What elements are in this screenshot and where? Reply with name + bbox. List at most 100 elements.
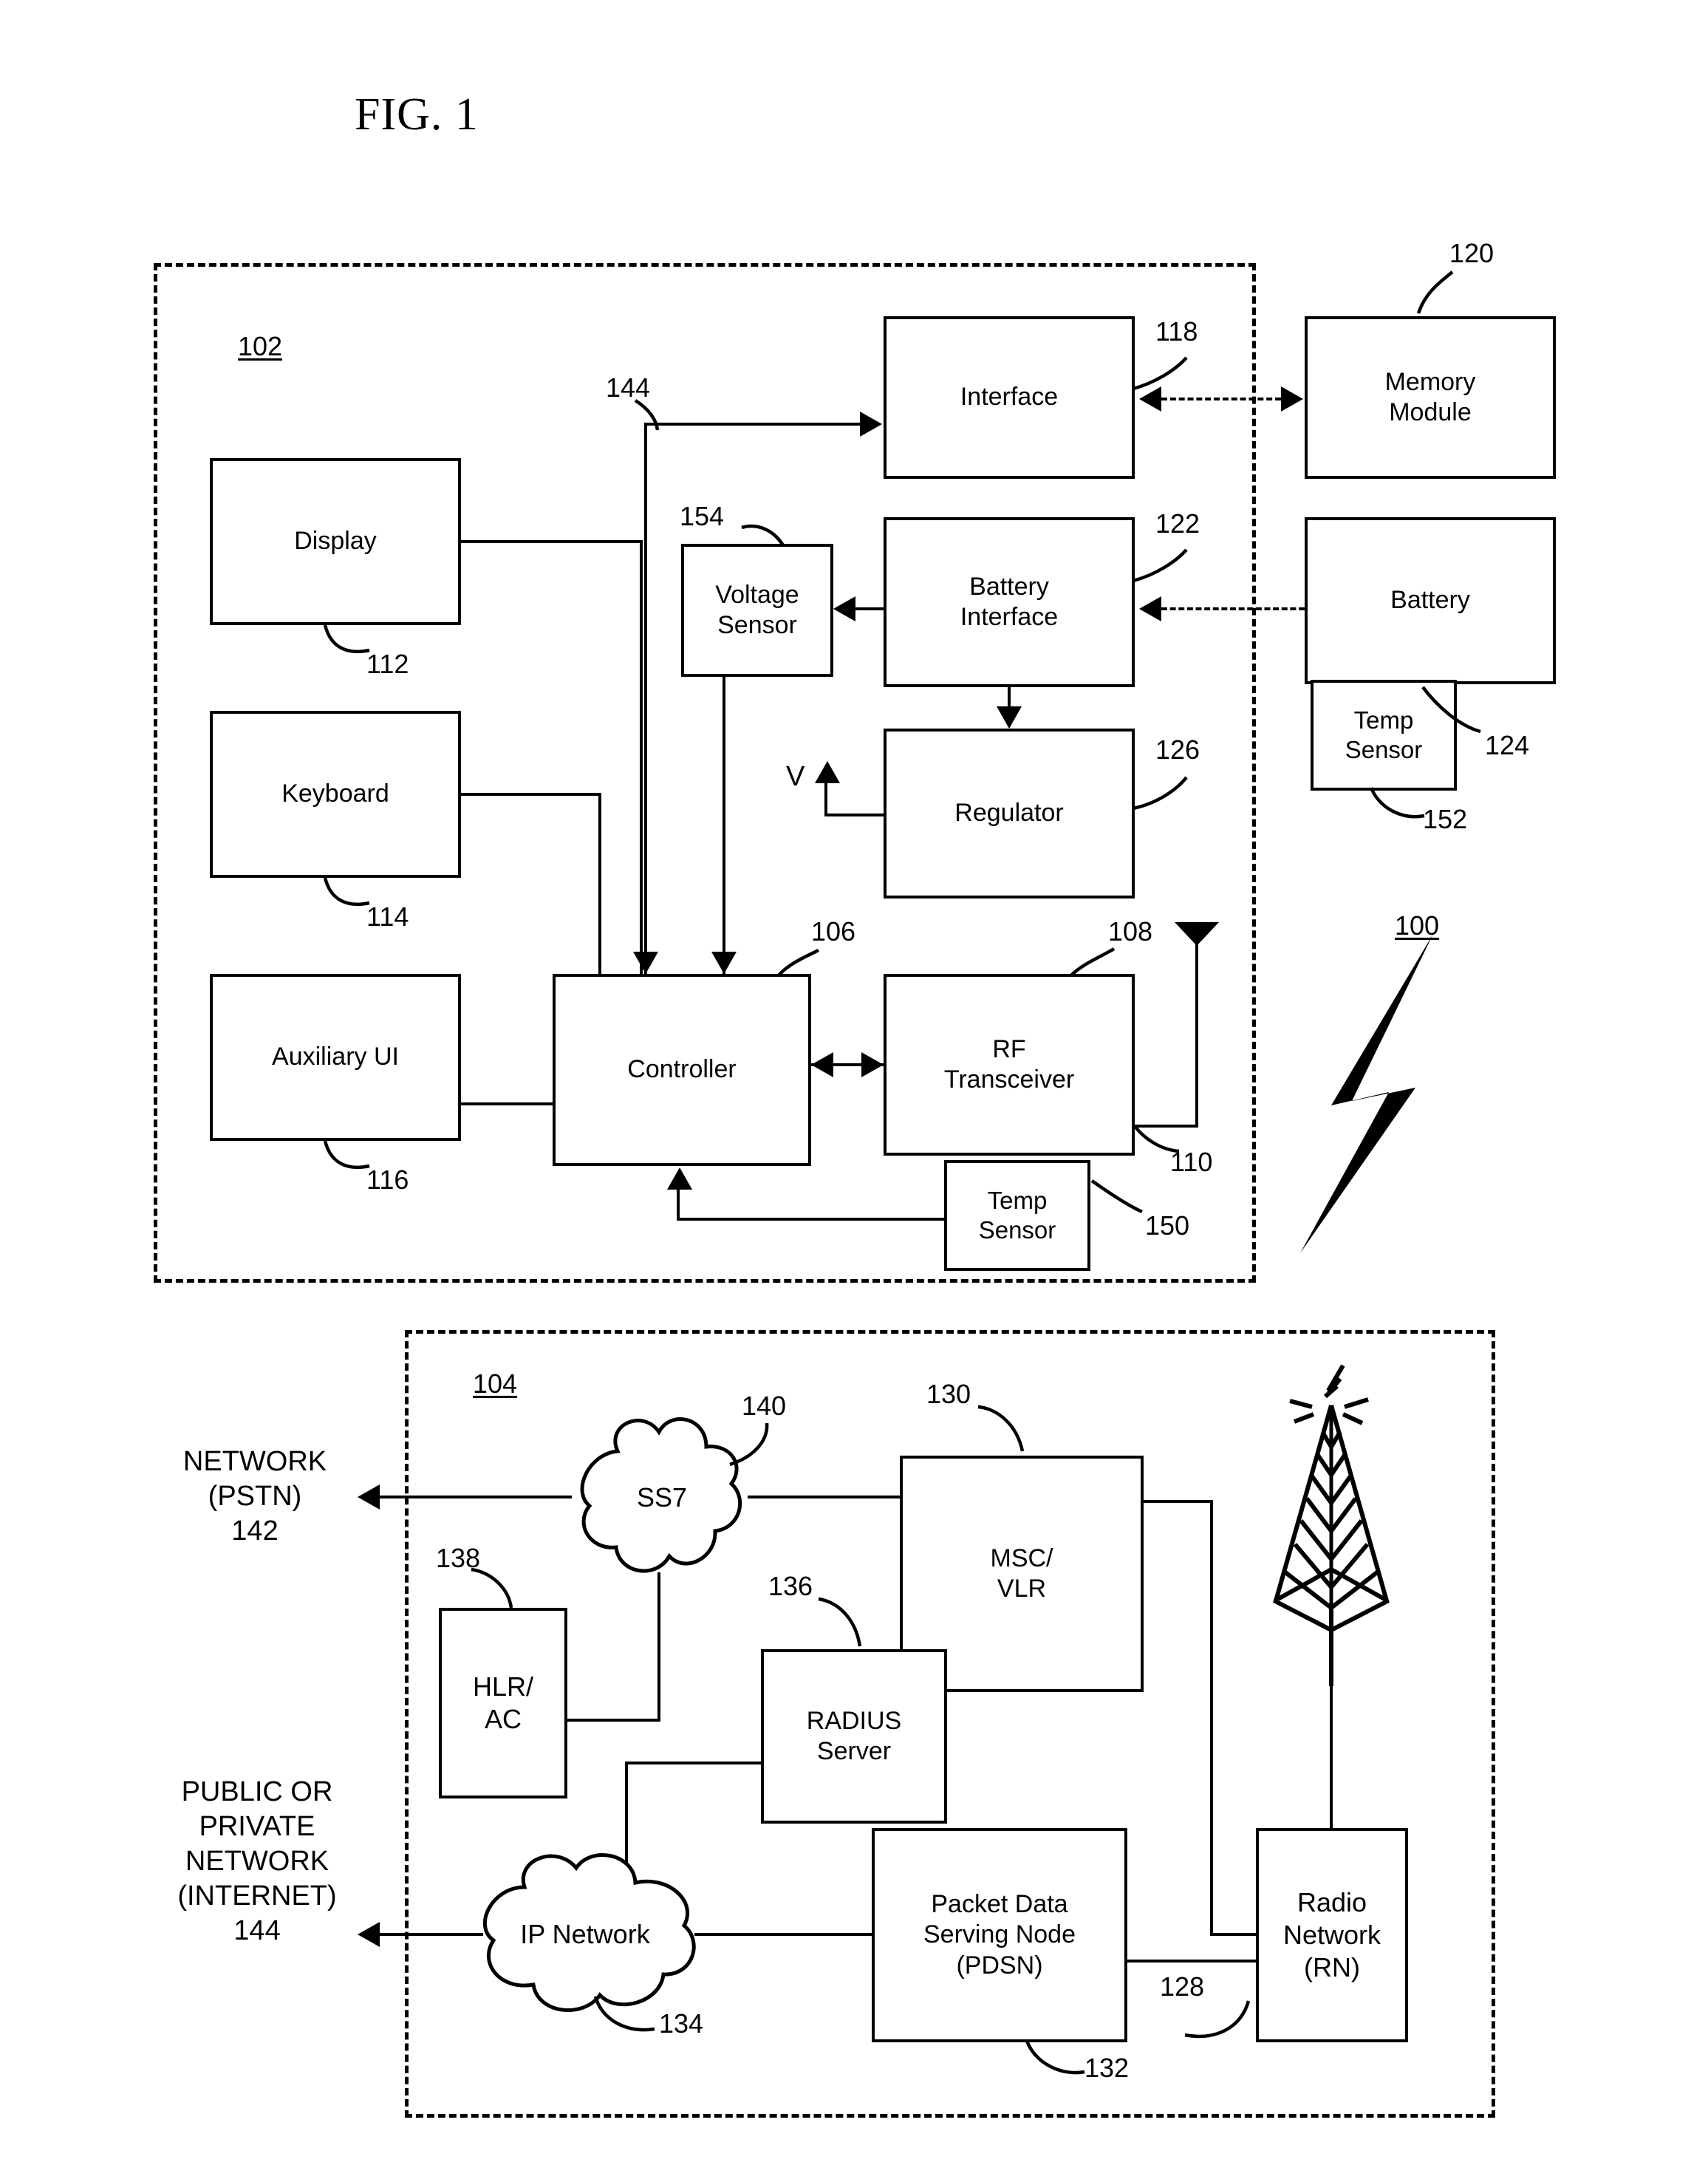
antenna-icon	[1175, 922, 1219, 946]
arrowhead-voltage-into-controller	[711, 952, 737, 974]
arrowhead-into-interface	[860, 412, 882, 437]
ref-152: 152	[1423, 804, 1468, 834]
ref-134: 134	[659, 2008, 704, 2039]
block-hlr-ac-label: HLR/ AC	[472, 1671, 534, 1734]
block-interface[interactable]: Interface	[884, 316, 1135, 479]
wire-battery-iface-to-voltage	[855, 607, 885, 610]
ref-136: 136	[768, 1571, 813, 1601]
block-radio-network[interactable]: Radio Network (RN)	[1256, 1828, 1408, 2042]
wire-msc-to-rn	[1210, 1933, 1259, 1936]
wire-battery-to-interface	[1161, 607, 1305, 610]
block-rf-transceiver[interactable]: RF Transceiver	[884, 974, 1135, 1156]
block-pdsn-label: Packet Data Serving Node (PDSN)	[923, 1889, 1076, 1979]
leader-154	[741, 524, 785, 547]
block-voltage-sensor[interactable]: Voltage Sensor	[681, 544, 833, 677]
leader-138	[471, 1567, 513, 1609]
block-memory-module-label: Memory Module	[1384, 367, 1476, 426]
ref-138: 138	[436, 1543, 481, 1573]
block-controller[interactable]: Controller	[553, 974, 811, 1166]
wire-temp-to-controller	[677, 1218, 944, 1221]
voltage-symbol: V	[786, 761, 805, 792]
wire-display-down	[640, 540, 643, 1017]
leader-128	[1184, 2000, 1251, 2039]
ref-108: 108	[1108, 916, 1153, 947]
block-battery-label: Battery	[1390, 586, 1470, 615]
ref-118: 118	[1155, 316, 1198, 347]
arrowhead-v-output	[815, 761, 840, 783]
leader-130	[977, 1405, 1025, 1452]
ref-104: 104	[473, 1368, 518, 1399]
block-hlr-ac[interactable]: HLR/ AC	[439, 1608, 567, 1798]
ref-144: 144	[606, 372, 651, 403]
wire-ss7-to-pstn	[380, 1496, 572, 1498]
block-battery-interface[interactable]: Battery Interface	[884, 517, 1135, 687]
ref-122: 122	[1155, 508, 1200, 539]
ref-100: 100	[1395, 910, 1440, 941]
leader-122	[1133, 548, 1188, 583]
wire-ip-to-pdsn	[694, 1933, 875, 1936]
ref-154: 154	[680, 501, 725, 531]
block-temp-sensor-device-label: Temp Sensor	[978, 1186, 1056, 1244]
wire-ss7-msc	[748, 1496, 901, 1498]
arrowhead-into-voltage-sensor	[833, 596, 855, 621]
ref-110: 110	[1170, 1147, 1213, 1177]
wire-antenna-up	[1195, 944, 1198, 1128]
arrowhead-into-regulator	[997, 706, 1022, 729]
block-keyboard[interactable]: Keyboard	[210, 711, 461, 878]
wire-hlr-right	[567, 1719, 660, 1722]
block-radius-server[interactable]: RADIUS Server	[761, 1649, 947, 1824]
ref-116: 116	[366, 1164, 409, 1195]
patent-figure-page: FIG. 1 102 100 Display 112 Keyboard 114 …	[0, 0, 1708, 2179]
block-display[interactable]: Display	[210, 458, 461, 625]
ref-140: 140	[742, 1391, 787, 1421]
ref-102: 102	[238, 331, 283, 361]
cell-tower-icon	[1273, 1364, 1390, 1686]
wire-144-up	[644, 423, 647, 974]
wire-regulator-v-out	[824, 814, 885, 816]
block-pdsn[interactable]: Packet Data Serving Node (PDSN)	[872, 1828, 1127, 2042]
wire-hlr-up	[657, 1572, 660, 1720]
wire-temp-up-controller	[677, 1190, 680, 1219]
ref-130: 130	[926, 1379, 971, 1409]
block-temp-sensor-battery-label: Temp Sensor	[1345, 706, 1423, 763]
block-memory-module[interactable]: Memory Module	[1305, 316, 1556, 479]
arrowhead-rf-to-controller	[811, 1052, 833, 1077]
arrowhead-battery-iface-in	[1139, 596, 1161, 621]
block-interface-label: Interface	[960, 383, 1059, 412]
leader-108	[1070, 947, 1116, 977]
leader-144	[634, 399, 660, 431]
external-internet-label: PUBLIC OR PRIVATE NETWORK (INTERNET) 144	[177, 1776, 337, 1947]
wire-pdsn-to-rn	[1124, 1960, 1259, 1963]
block-battery[interactable]: Battery	[1305, 517, 1556, 684]
leader-132	[1025, 2040, 1085, 2075]
ref-120: 120	[1449, 238, 1494, 268]
ref-128: 128	[1160, 1971, 1205, 2002]
block-auxiliary-ui[interactable]: Auxiliary UI	[210, 974, 461, 1141]
block-display-label: Display	[294, 527, 377, 556]
leader-106	[777, 948, 820, 977]
wire-radius-left	[625, 1762, 764, 1764]
block-keyboard-label: Keyboard	[281, 780, 389, 808]
wire-aux-right	[461, 1102, 556, 1105]
block-rf-transceiver-label: RF Transceiver	[943, 1034, 1075, 1094]
wire-tower-to-rn	[1330, 1676, 1333, 1832]
block-controller-label: Controller	[627, 1055, 737, 1084]
wire-voltage-sensor-down	[723, 677, 725, 974]
leader-134	[593, 1996, 655, 2032]
wire-msc-down	[1210, 1500, 1213, 1936]
leader-126	[1133, 776, 1188, 811]
figure-title: FIG. 1	[355, 89, 479, 140]
wire-display-right	[461, 540, 643, 543]
wire-regulator-v-up	[824, 783, 827, 816]
ref-150: 150	[1145, 1210, 1190, 1241]
block-regulator[interactable]: Regulator	[884, 729, 1135, 898]
block-temp-sensor-device[interactable]: Temp Sensor	[944, 1160, 1090, 1271]
wire-keyboard-right	[461, 793, 601, 796]
wire-battery-iface-to-regulator	[1008, 687, 1011, 706]
block-regulator-label: Regulator	[954, 799, 1064, 828]
ref-112: 112	[366, 649, 409, 679]
cloud-ip-network[interactable]: IP Network	[454, 1843, 717, 2026]
ref-106: 106	[811, 916, 856, 947]
block-battery-interface-label: Battery Interface	[960, 572, 1059, 631]
ref-126: 126	[1155, 734, 1200, 765]
